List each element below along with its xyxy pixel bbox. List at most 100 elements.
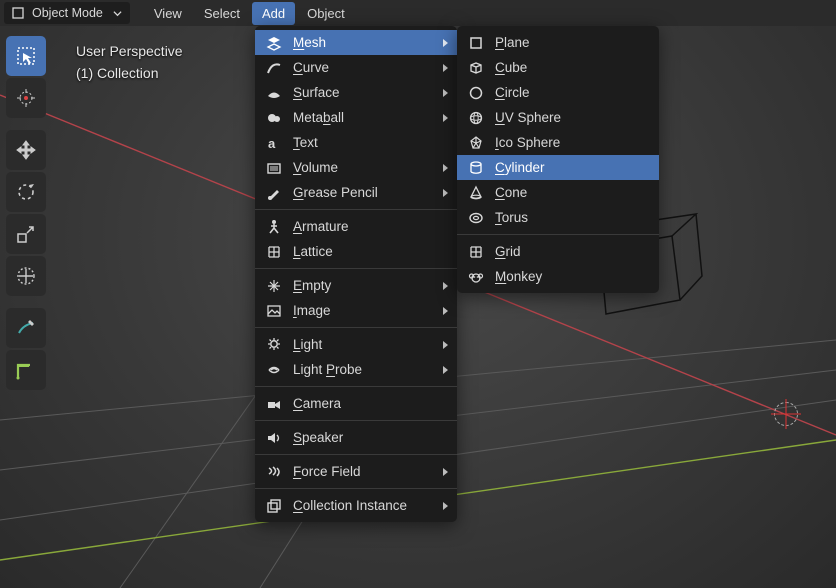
menu-item-label: Cube (495, 60, 527, 75)
menu-item-label: Text (293, 135, 318, 150)
submenu-arrow-icon (441, 281, 449, 291)
force-field-icon (265, 463, 283, 481)
menu-view[interactable]: View (144, 2, 192, 25)
menu-item-label: Monkey (495, 269, 542, 284)
add-menu-item-camera[interactable]: Camera (255, 391, 457, 416)
menu-item-label: Force Field (293, 464, 361, 479)
submenu-arrow-icon (441, 467, 449, 477)
move-tool[interactable] (6, 130, 46, 170)
cylinder-icon (467, 159, 485, 177)
menu-item-label: Armature (293, 219, 349, 234)
submenu-arrow-icon (441, 501, 449, 511)
torus-icon (467, 209, 485, 227)
mesh-submenu-item-cylinder[interactable]: Cylinder (457, 155, 659, 180)
add-menu-item-light[interactable]: Light (255, 332, 457, 357)
mesh-icon (265, 34, 283, 52)
menu-separator (255, 327, 457, 328)
menu-separator (255, 420, 457, 421)
menu-item-label: Collection Instance (293, 498, 407, 513)
image-icon (265, 302, 283, 320)
mesh-submenu-item-plane[interactable]: Plane (457, 30, 659, 55)
menu-object[interactable]: Object (297, 2, 355, 25)
mesh-submenu-item-torus[interactable]: Torus (457, 205, 659, 230)
menu-separator (255, 488, 457, 489)
collection-instance-icon (265, 497, 283, 515)
mesh-submenu-item-grid[interactable]: Grid (457, 239, 659, 264)
mode-selector[interactable]: Object Mode (4, 2, 130, 24)
select-box-tool[interactable] (6, 36, 46, 76)
armature-icon (265, 218, 283, 236)
menu-item-label: Mesh (293, 35, 326, 50)
add-menu-item-metaball[interactable]: Metaball (255, 105, 457, 130)
mesh-submenu-item-monkey[interactable]: Monkey (457, 264, 659, 289)
add-menu-item-collection-instance[interactable]: Collection Instance (255, 493, 457, 518)
menu-item-label: UV Sphere (495, 110, 561, 125)
mesh-submenu-item-cone[interactable]: Cone (457, 180, 659, 205)
submenu-arrow-icon (441, 306, 449, 316)
cursor-tool[interactable] (6, 78, 46, 118)
add-menu-item-text[interactable]: a Text (255, 130, 457, 155)
add-menu-item-empty[interactable]: Empty (255, 273, 457, 298)
grid-icon (467, 243, 485, 261)
add-menu-item-curve[interactable]: Curve (255, 55, 457, 80)
add-menu-item-speaker[interactable]: Speaker (255, 425, 457, 450)
menu-item-label: Light Probe (293, 362, 362, 377)
metaball-icon (265, 109, 283, 127)
measure-tool[interactable] (6, 350, 46, 390)
add-menu-item-grease-pencil[interactable]: Grease Pencil (255, 180, 457, 205)
menu-item-label: Camera (293, 396, 341, 411)
overlay-perspective: User Perspective (76, 40, 183, 62)
add-menu-item-lattice[interactable]: Lattice (255, 239, 457, 264)
menu-add[interactable]: Add (252, 2, 295, 25)
mesh-submenu-item-circle[interactable]: Circle (457, 80, 659, 105)
submenu-arrow-icon (441, 38, 449, 48)
menu-select[interactable]: Select (194, 2, 250, 25)
add-menu-item-force-field[interactable]: Force Field (255, 459, 457, 484)
menu-item-label: Torus (495, 210, 528, 225)
menu-separator (457, 234, 659, 235)
menu-separator (255, 454, 457, 455)
add-menu-item-light-probe[interactable]: Light Probe (255, 357, 457, 382)
viewport-header: Object Mode View Select Add Object (0, 0, 836, 26)
cone-icon (467, 184, 485, 202)
svg-text:a: a (268, 136, 276, 151)
add-menu-item-mesh[interactable]: Mesh (255, 30, 457, 55)
curve-icon (265, 59, 283, 77)
viewport-overlay-text: User Perspective (1) Collection (76, 40, 183, 85)
mesh-submenu-item-cube[interactable]: Cube (457, 55, 659, 80)
add-menu-item-surface[interactable]: Surface (255, 80, 457, 105)
lattice-icon (265, 243, 283, 261)
menu-item-label: Light (293, 337, 322, 352)
rotate-tool[interactable] (6, 172, 46, 212)
menu-item-label: Lattice (293, 244, 333, 259)
mesh-submenu-item-ico-sphere[interactable]: Ico Sphere (457, 130, 659, 155)
light-icon (265, 336, 283, 354)
grease-pencil-icon (265, 184, 283, 202)
annotate-tool[interactable] (6, 308, 46, 348)
add-menu-item-volume[interactable]: Volume (255, 155, 457, 180)
add-menu-item-image[interactable]: Image (255, 298, 457, 323)
volume-icon (265, 159, 283, 177)
mode-label: Object Mode (32, 6, 103, 20)
transform-tool[interactable] (6, 256, 46, 296)
menu-item-label: Volume (293, 160, 338, 175)
menu-item-label: Circle (495, 85, 530, 100)
cube-icon (467, 59, 485, 77)
add-menu-item-armature[interactable]: Armature (255, 214, 457, 239)
menu-separator (255, 268, 457, 269)
scale-tool[interactable] (6, 214, 46, 254)
mesh-submenu-item-uv-sphere[interactable]: UV Sphere (457, 105, 659, 130)
plane-icon (467, 34, 485, 52)
light-probe-icon (265, 361, 283, 379)
uv-sphere-icon (467, 109, 485, 127)
toolbar (6, 36, 46, 390)
circle-icon (467, 84, 485, 102)
menu-item-label: Metaball (293, 110, 344, 125)
menu-item-label: Grid (495, 244, 521, 259)
menu-separator (255, 386, 457, 387)
text-icon: a (265, 134, 283, 152)
add-menu-dropdown: Mesh CurveSurface Metaball a Text Volume Greas… (255, 26, 457, 522)
submenu-arrow-icon (441, 188, 449, 198)
menu-separator (255, 209, 457, 210)
submenu-arrow-icon (441, 163, 449, 173)
